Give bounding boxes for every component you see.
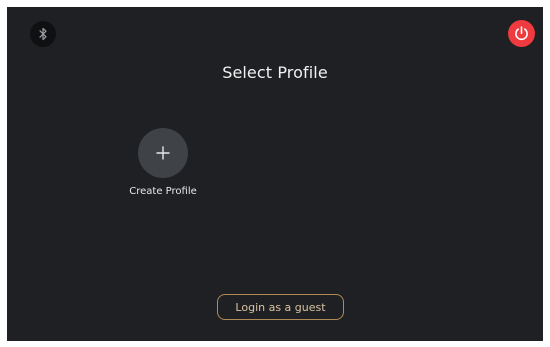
- page-title: Select Profile: [222, 63, 328, 82]
- create-profile-tile[interactable]: Create Profile: [119, 128, 207, 204]
- power-icon: [515, 26, 528, 41]
- create-profile-label: Create Profile: [129, 186, 197, 197]
- power-button[interactable]: [508, 20, 535, 47]
- bluetooth-button[interactable]: [30, 21, 56, 47]
- create-profile-avatar[interactable]: [138, 128, 188, 178]
- login-as-guest-button[interactable]: Login as a guest: [217, 294, 344, 320]
- bluetooth-icon: [39, 27, 47, 41]
- plus-icon: [156, 146, 170, 160]
- profile-selection-screen: Select Profile Create Profile Login as a…: [7, 7, 543, 341]
